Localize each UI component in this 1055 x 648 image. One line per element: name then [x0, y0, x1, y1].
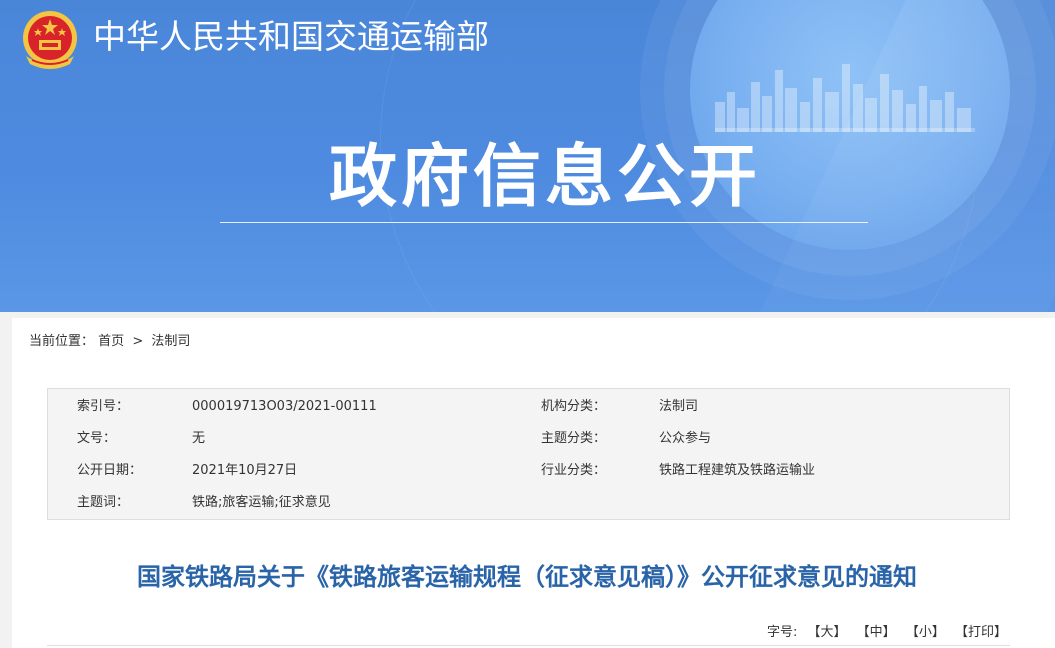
breadcrumb-item-legal-dept[interactable]: 法制司 [151, 334, 190, 349]
industry-value: 铁路工程建筑及铁路运输业 [659, 463, 816, 478]
font-size-label: 字号: [766, 625, 798, 640]
font-large-button[interactable]: 【大】 [808, 625, 847, 640]
keywords-value: 铁路;旅客运输;征求意见 [192, 495, 331, 510]
index-label: 索引号： [77, 399, 130, 414]
divider [47, 645, 1010, 646]
font-size-toolbar: 字号: 【大】 【中】 【小】 【打印】 [767, 624, 1007, 642]
breadcrumb: 当前位置： 首页 > 法制司 [29, 333, 190, 351]
publish-date-label: 公开日期： [77, 463, 143, 478]
doc-number-label: 文号： [77, 431, 117, 446]
font-small-button[interactable]: 【小】 [906, 625, 945, 640]
organization-value: 法制司 [659, 399, 699, 414]
title-divider [220, 222, 868, 223]
keywords-label: 主题词： [77, 495, 130, 510]
print-button[interactable]: 【打印】 [955, 625, 1007, 640]
organization-label: 机构分类： [541, 399, 607, 414]
doc-number-value: 无 [192, 431, 206, 446]
industry-label: 行业分类： [541, 463, 607, 478]
city-skyline-icon [715, 64, 975, 132]
national-emblem-icon [23, 11, 77, 69]
page-title: 政府信息公开 [328, 138, 761, 217]
publish-date-value: 2021年10月27日 [192, 463, 298, 478]
header-banner: 中华人民共和国交通运输部 政府信息公开 [0, 0, 1055, 312]
ministry-name[interactable]: 中华人民共和国交通运输部 [93, 17, 489, 57]
document-title: 国家铁路局关于《铁路旅客运输规程（征求意见稿）》公开征求意见的通知 [137, 563, 917, 591]
breadcrumb-separator: > [132, 334, 144, 349]
breadcrumb-item-home[interactable]: 首页 [98, 334, 124, 349]
font-medium-button[interactable]: 【中】 [857, 625, 896, 640]
breadcrumb-prefix: 当前位置： [29, 334, 95, 349]
topic-label: 主题分类： [541, 431, 607, 446]
index-value: 000019713O03/2021-00111 [192, 399, 377, 414]
topic-value: 公众参与 [659, 431, 712, 446]
